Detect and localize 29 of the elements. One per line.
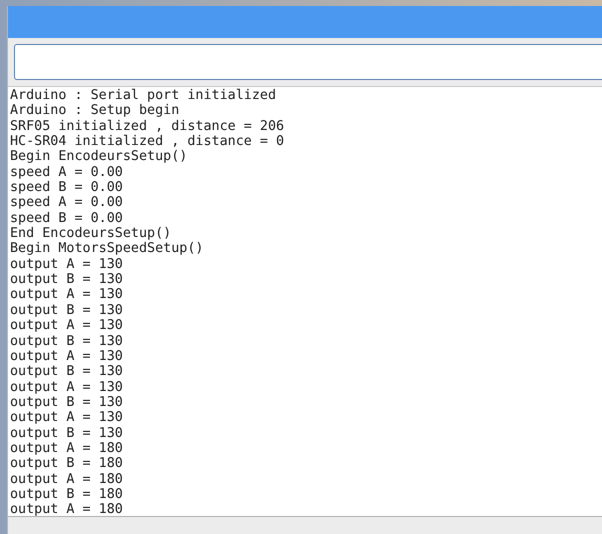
output-line: output A = 130 (10, 318, 123, 334)
output-line: output B = 130 (10, 272, 123, 288)
output-line: output B = 130 (10, 364, 123, 380)
output-line: speed B = 0.00 (10, 180, 123, 196)
output-line: speed A = 0.00 (10, 195, 123, 211)
output-line: output B = 130 (10, 426, 123, 441)
output-line: speed B = 0.00 (10, 210, 123, 226)
output-line: output B = 180 (10, 486, 123, 502)
output-line: End EncodeursSetup() (10, 226, 172, 242)
output-line: output A = 130 (10, 287, 123, 303)
output-line: output A = 180 (10, 502, 123, 516)
output-line: Arduino : Setup begin (10, 103, 180, 119)
output-line: HC-SR04 initialized , distance = 0 (10, 134, 284, 150)
output-line: Arduino : Serial port initialized (10, 88, 276, 104)
output-line: speed A = 0.00 (10, 164, 123, 180)
output-line: output A = 180 (10, 472, 123, 487)
output-line: output A = 130 (10, 348, 123, 364)
output-line: output B = 180 (10, 456, 123, 472)
output-line: output B = 130 (10, 394, 123, 410)
output-line: output A = 130 (10, 380, 123, 395)
output-line: SRF05 initialized , distance = 206 (10, 118, 284, 134)
output-line: Begin MotorsSpeedSetup() (10, 241, 204, 257)
output-line: output A = 130 (10, 410, 123, 426)
output-line: output B = 130 (10, 334, 123, 349)
output-line: Begin EncodeursSetup() (10, 149, 188, 165)
output-line: output A = 180 (10, 440, 123, 456)
output-line: output A = 130 (10, 256, 123, 272)
output-line: output B = 130 (10, 302, 123, 318)
input-field[interactable] (14, 44, 602, 80)
